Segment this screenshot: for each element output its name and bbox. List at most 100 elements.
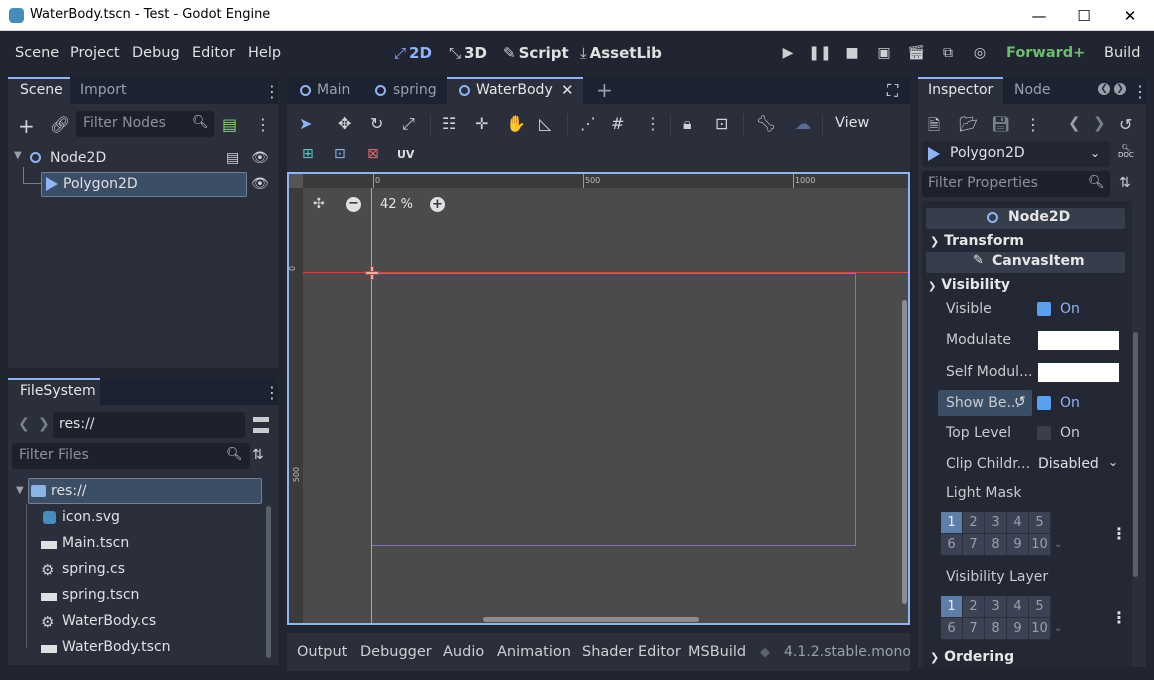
tab-debugger[interactable]: Debugger bbox=[360, 644, 432, 660]
tab-import[interactable]: Import bbox=[80, 82, 126, 98]
layer-cell[interactable]: 5 bbox=[1029, 512, 1051, 534]
filter-nodes-input[interactable]: Filter Nodes 🔍︎ bbox=[76, 111, 214, 137]
fs-file-spring-tscn[interactable]: spring.tscn bbox=[62, 587, 139, 603]
history-back-icon[interactable]: ❮ bbox=[1068, 114, 1081, 132]
script-icon[interactable]: ▤ bbox=[226, 150, 239, 166]
stop-icon[interactable]: ■ bbox=[838, 41, 866, 65]
maximize-button[interactable]: ☐ bbox=[1061, 0, 1107, 31]
add-node-icon[interactable]: + bbox=[18, 114, 35, 138]
tab-waterbody[interactable]: WaterBody bbox=[476, 82, 553, 98]
filter-options-icon[interactable]: ⇅ bbox=[1119, 175, 1131, 191]
scale-mode-icon[interactable]: ⤢ bbox=[402, 114, 415, 134]
mode-2d-button[interactable]: ⤢ 2D bbox=[394, 44, 432, 62]
show-behind-checkbox[interactable] bbox=[1037, 396, 1051, 410]
distraction-free-icon[interactable]: ⛶ bbox=[887, 81, 898, 101]
resource-menu-icon[interactable]: ⋮ bbox=[1025, 115, 1041, 134]
tab-inspector[interactable]: Inspector bbox=[928, 82, 993, 98]
modulate-color-picker[interactable] bbox=[1038, 331, 1119, 350]
delete-points-icon[interactable]: ⊠ bbox=[367, 146, 379, 162]
smart-snap-icon[interactable]: ⋰ bbox=[580, 114, 596, 133]
open-resource-icon[interactable]: 📂︎ bbox=[959, 115, 978, 133]
v-scrollbar[interactable] bbox=[902, 300, 907, 604]
view-menu[interactable]: View bbox=[835, 115, 869, 131]
pivot-icon[interactable]: ✛ bbox=[475, 114, 488, 133]
node-node2d[interactable]: Node2D bbox=[50, 150, 106, 166]
play-scene-icon[interactable]: 🎬︎ bbox=[902, 41, 930, 65]
top-level-checkbox[interactable] bbox=[1037, 426, 1051, 440]
visibility-section[interactable]: ❯ Visibility bbox=[928, 277, 1010, 293]
tab-shader-editor[interactable]: Shader Editor bbox=[582, 644, 681, 660]
dock-left-icon[interactable]: ❮ bbox=[1098, 83, 1110, 95]
inspector-scrollbar[interactable] bbox=[1133, 332, 1138, 577]
new-resource-icon[interactable]: 🗎︎ bbox=[928, 115, 940, 140]
light-mask-menu-icon[interactable]: ⋮ bbox=[1111, 524, 1127, 543]
layer-cell[interactable]: 6 bbox=[941, 618, 963, 640]
tab-scene[interactable]: Scene bbox=[20, 82, 63, 98]
remote-debug-icon[interactable]: ▣ bbox=[870, 41, 898, 65]
zoom-out-icon[interactable]: − bbox=[346, 197, 361, 212]
save-resource-icon[interactable]: 💾︎ bbox=[991, 115, 1010, 133]
close-tab-icon[interactable]: ✕ bbox=[561, 81, 574, 99]
menu-editor[interactable]: Editor bbox=[192, 45, 235, 61]
back-icon[interactable]: ❮ bbox=[18, 416, 30, 432]
tab-spring[interactable]: spring bbox=[393, 82, 437, 98]
link-icon[interactable]: 🔗︎ bbox=[50, 115, 70, 134]
tab-node[interactable]: Node bbox=[1014, 82, 1051, 98]
close-window-button[interactable]: ✕ bbox=[1107, 0, 1153, 31]
layer-cell[interactable]: 2 bbox=[963, 596, 985, 618]
expand-layers-icon[interactable]: ⌄ bbox=[1054, 623, 1062, 634]
rotate-mode-icon[interactable]: ↻ bbox=[370, 114, 383, 133]
revert-icon[interactable]: ↺ bbox=[1014, 394, 1026, 410]
dock-right-icon[interactable]: ❯ bbox=[1114, 83, 1126, 95]
list-select-icon[interactable]: ☷ bbox=[442, 114, 456, 133]
layer-cell[interactable]: 1 bbox=[941, 512, 963, 534]
zoom-in-icon[interactable]: + bbox=[430, 197, 445, 212]
layer-cell[interactable]: 8 bbox=[985, 534, 1007, 556]
visibility-eye-icon[interactable]: 👁︎ bbox=[251, 176, 269, 192]
visibility-layer-menu-icon[interactable]: ⋮ bbox=[1111, 608, 1127, 627]
layer-cell[interactable]: 7 bbox=[963, 534, 985, 556]
split-mode-icon[interactable] bbox=[253, 417, 269, 433]
ordering-section[interactable]: ❯ Ordering bbox=[930, 649, 1014, 665]
doc-icon[interactable]: 🔍︎ DOC bbox=[1118, 145, 1134, 159]
layer-cell[interactable]: 3 bbox=[985, 512, 1007, 534]
menu-help[interactable]: Help bbox=[248, 45, 281, 61]
layer-cell[interactable]: 10 bbox=[1029, 618, 1051, 640]
ruler-left[interactable] bbox=[289, 174, 303, 623]
tab-main[interactable]: Main bbox=[317, 82, 350, 98]
history-forward-icon[interactable]: ❯ bbox=[1093, 114, 1106, 132]
layer-cell[interactable]: 9 bbox=[1007, 534, 1029, 556]
zoom-reset-icon[interactable]: ✣ bbox=[313, 196, 325, 212]
skeleton-icon[interactable]: 🦴︎ bbox=[756, 114, 776, 133]
fs-file-waterbody-tscn[interactable]: WaterBody.tscn bbox=[62, 639, 171, 655]
sort-icon[interactable]: ⇅ bbox=[252, 447, 264, 463]
dock-menu-icon[interactable]: ⋮ bbox=[1132, 82, 1146, 101]
layer-cell[interactable]: 4 bbox=[1007, 596, 1029, 618]
light-mask-grid[interactable]: 1 2 3 4 5 6 7 8 9 10 bbox=[941, 512, 1051, 556]
visible-checkbox[interactable] bbox=[1037, 302, 1051, 316]
attach-script-icon[interactable]: ▤ bbox=[222, 115, 237, 134]
menu-scene[interactable]: Scene bbox=[15, 45, 59, 61]
movie-maker-icon[interactable]: ◎ bbox=[966, 41, 994, 65]
ruler-mode-icon[interactable]: ◺ bbox=[539, 114, 551, 133]
expand-layers-icon[interactable]: ⌄ bbox=[1054, 539, 1062, 550]
layer-cell[interactable]: 8 bbox=[985, 618, 1007, 640]
fs-scrollbar[interactable] bbox=[266, 506, 271, 658]
fs-file-main-tscn[interactable]: Main.tscn bbox=[62, 535, 129, 551]
group-icon[interactable]: ⊡ bbox=[715, 114, 728, 133]
snap-options-icon[interactable]: ⋮ bbox=[645, 114, 661, 133]
clip-children-dropdown[interactable]: Disabled bbox=[1038, 456, 1099, 472]
fs-file-icon-svg[interactable]: icon.svg bbox=[62, 509, 120, 525]
tab-msbuild[interactable]: MSBuild bbox=[688, 644, 746, 660]
canvas-viewport[interactable]: 0 500 1000 0 500 ✣ − 42 % + bbox=[287, 172, 910, 625]
play-custom-scene-icon[interactable]: ⧉ bbox=[934, 41, 962, 65]
mode-3d-button[interactable]: ⤡ 3D bbox=[449, 44, 487, 62]
pan-mode-icon[interactable]: ✋ bbox=[506, 114, 526, 133]
chevron-down-icon[interactable]: ▼ bbox=[16, 485, 24, 496]
origin-cross-icon[interactable] bbox=[365, 266, 379, 280]
play-icon[interactable]: ▶ bbox=[774, 41, 802, 65]
bake-icon[interactable]: ☁ bbox=[795, 114, 811, 133]
filter-files-input[interactable]: Filter Files 🔍︎ bbox=[12, 443, 250, 469]
transform-section[interactable]: ❯ Transform bbox=[930, 233, 1024, 249]
create-points-icon[interactable]: ⊞ bbox=[302, 146, 314, 162]
